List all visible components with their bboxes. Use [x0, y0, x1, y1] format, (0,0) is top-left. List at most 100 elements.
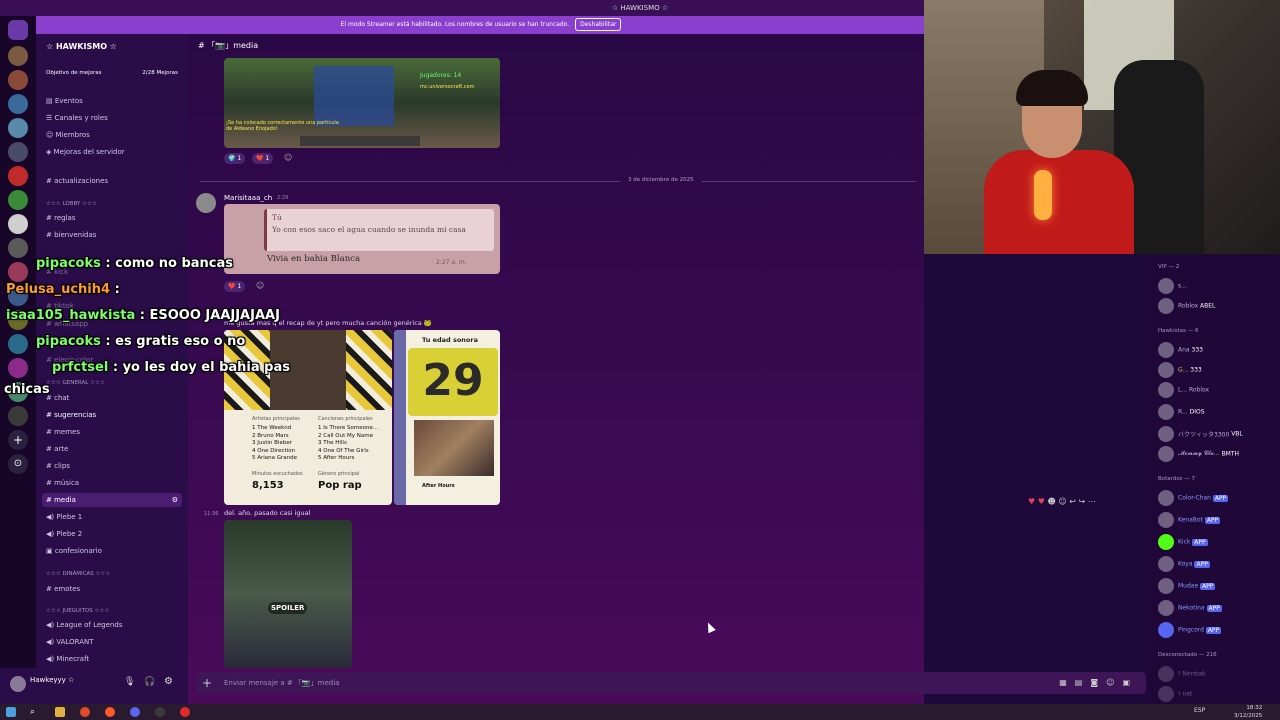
channel-confesionario[interactable]: ▣ confesionario	[46, 547, 102, 555]
add-attachment-icon[interactable]: +	[202, 672, 212, 694]
reply-icon[interactable]: ↩	[1069, 497, 1076, 506]
channel-emotes[interactable]: # emotes	[46, 585, 80, 593]
avatar[interactable]	[10, 676, 26, 692]
member-item[interactable]: Kick APP	[1158, 534, 1208, 550]
server-icon[interactable]	[8, 190, 28, 210]
forward-icon[interactable]: ↪	[1078, 497, 1085, 506]
server-icon[interactable]	[8, 118, 28, 138]
wrapped-card-age[interactable]: Tu edad sonora 29 After Hours	[394, 330, 500, 505]
member-item[interactable]: Mudae APP	[1158, 578, 1216, 594]
member-item[interactable]: R... DIOS	[1158, 404, 1205, 420]
server-icon[interactable]	[8, 94, 28, 114]
server-icon[interactable]	[8, 214, 28, 234]
member-item[interactable]: Nekotina APP	[1158, 600, 1222, 616]
member-item[interactable]: Koya APP	[1158, 556, 1210, 572]
voice-plebe-2[interactable]: ◀) Plebe 2	[46, 530, 82, 538]
channel-memes[interactable]: # memes	[46, 428, 80, 436]
discover-icon[interactable]: ⊙	[8, 454, 28, 474]
category-lobby[interactable]: ☆☆☆ LOBBY ☆☆☆	[46, 201, 97, 207]
channel-media[interactable]: # media ⚙	[42, 493, 182, 507]
channel-art[interactable]: # arte	[46, 445, 68, 453]
emoji-icon[interactable]: ☺	[1106, 678, 1122, 687]
server-icon[interactable]	[8, 262, 28, 282]
reaction-heart[interactable]: ❤️ 1	[252, 153, 274, 164]
member-item[interactable]: ! nat	[1158, 686, 1192, 702]
add-server-icon[interactable]: +	[8, 430, 28, 450]
add-reaction-icon[interactable]: ☺	[284, 153, 292, 162]
server-icon[interactable]	[8, 334, 28, 354]
member-item[interactable]: Ana 333	[1158, 342, 1203, 358]
settings-icon[interactable]: ⚙	[172, 496, 178, 504]
language-indicator[interactable]: ESP	[1194, 707, 1205, 714]
category-juegos[interactable]: ☆☆☆ JUEGUITOS ☆☆☆	[46, 608, 109, 614]
gif-icon[interactable]: ▤	[1075, 678, 1091, 687]
sidebar-item-boosts[interactable]: ◈ Mejoras del servidor	[46, 148, 125, 156]
minecraft-screenshot[interactable]: Jugadores: 14 mc.universocraft.com ¡Se h…	[224, 58, 500, 148]
input-tools[interactable]: ▦▤◙☺▣	[1059, 672, 1138, 694]
reaction-heart[interactable]: ❤️ 1	[224, 281, 246, 292]
spoiler-image[interactable]: SPOILER	[224, 520, 352, 668]
member-item[interactable]: ! Nerstak	[1158, 666, 1206, 682]
member-item[interactable]: Roblox ABEL	[1158, 298, 1215, 314]
member-item[interactable]: 𝓜𝓸𝓶𝓶𝔂 𝓒𝓵𝓪... BMTH	[1158, 446, 1239, 462]
browser-icon[interactable]	[105, 707, 115, 717]
member-item[interactable]: G... 333	[1158, 362, 1202, 378]
wrapped-card-stats[interactable]: Artistas principales Canciones principal…	[224, 330, 392, 505]
username[interactable]: Hawkeyyy ☆	[30, 676, 74, 684]
member-item[interactable]: L... Roblox	[1158, 382, 1209, 398]
server-name[interactable]: ☆ HAWKISMO ☆	[36, 34, 188, 60]
server-icon[interactable]	[8, 46, 28, 66]
sidebar-item-members[interactable]: ☺ Miembros	[46, 131, 90, 139]
message-input[interactable]: + Enviar mensaje a # 「📷」media ▦▤◙☺▣	[196, 672, 1146, 694]
start-icon[interactable]	[6, 707, 16, 717]
member-item[interactable]: バクツィッタ3300 VBL	[1158, 426, 1243, 442]
search-icon[interactable]: ⌕	[30, 707, 40, 717]
channel-clips[interactable]: # clips	[46, 462, 70, 470]
member-item[interactable]: s...	[1158, 278, 1187, 294]
folder-icon[interactable]	[55, 707, 65, 717]
voice-minecraft[interactable]: ◀) Minecraft	[46, 655, 89, 663]
boost-goal[interactable]: Objetivo de mejoras 2/28 Mejoras	[46, 70, 178, 76]
server-icon[interactable]	[8, 238, 28, 258]
discord-icon[interactable]	[130, 707, 140, 717]
channel-music[interactable]: # música	[46, 479, 79, 487]
channel-suggestions[interactable]: # sugerencias	[46, 411, 96, 419]
category-general[interactable]: ☆☆☆ GENERAL ☆☆☆	[46, 380, 105, 386]
channel-welcome[interactable]: # bienvenidas	[46, 231, 96, 239]
category-dinamicas[interactable]: ☆☆☆ DINÁMICAS ☆☆☆	[46, 571, 110, 577]
sticker-icon[interactable]: ◙	[1090, 678, 1106, 687]
server-icon[interactable]	[8, 142, 28, 162]
home-icon[interactable]	[8, 20, 28, 40]
apps-icon[interactable]: ▣	[1122, 678, 1138, 687]
reaction-globe[interactable]: 🌍 1	[224, 153, 246, 164]
brave-icon[interactable]	[80, 707, 90, 717]
disable-streamer-button[interactable]: Deshabilitar	[575, 18, 622, 31]
record-icon[interactable]	[180, 707, 190, 717]
gear-icon[interactable]: ⚙	[164, 676, 173, 687]
heart-icon[interactable]: ♥	[1028, 497, 1035, 506]
server-icon[interactable]	[8, 406, 28, 426]
message-author[interactable]: Marisitaaa_ch	[224, 194, 272, 202]
server-icon[interactable]	[8, 70, 28, 90]
avatar[interactable]	[196, 193, 216, 213]
member-item[interactable]: Pingcord APP	[1158, 622, 1222, 638]
member-item[interactable]: KenaBot APP	[1158, 512, 1221, 528]
reaction-icon[interactable]: ☺	[1058, 497, 1066, 506]
server-icon[interactable]	[8, 358, 28, 378]
voice-lol[interactable]: ◀) League of Legends	[46, 621, 122, 629]
gift-icon[interactable]: ▦	[1059, 678, 1075, 687]
channel-updates[interactable]: # actualizaciones	[46, 177, 108, 185]
microphone-icon[interactable]: 🎙	[124, 677, 135, 687]
sidebar-item-channels-roles[interactable]: ☰ Canales y roles	[46, 114, 108, 122]
emoji-icon[interactable]: ☻	[1047, 497, 1055, 506]
voice-plebe-1[interactable]: ◀) Plebe 1	[46, 513, 82, 521]
add-reaction-icon[interactable]: ☺	[256, 281, 264, 290]
headphones-icon[interactable]: 🎧	[144, 677, 155, 687]
clock[interactable]: 18:32 3/12/2025	[1234, 704, 1262, 720]
channel-rules[interactable]: # reglas	[46, 214, 75, 222]
server-icon[interactable]	[8, 166, 28, 186]
sidebar-item-events[interactable]: ▤ Eventos	[46, 97, 83, 105]
member-item[interactable]: Color-Chan APP	[1158, 490, 1229, 506]
voice-valorant[interactable]: ◀) VALORANT	[46, 638, 94, 646]
obs-icon[interactable]	[155, 707, 165, 717]
